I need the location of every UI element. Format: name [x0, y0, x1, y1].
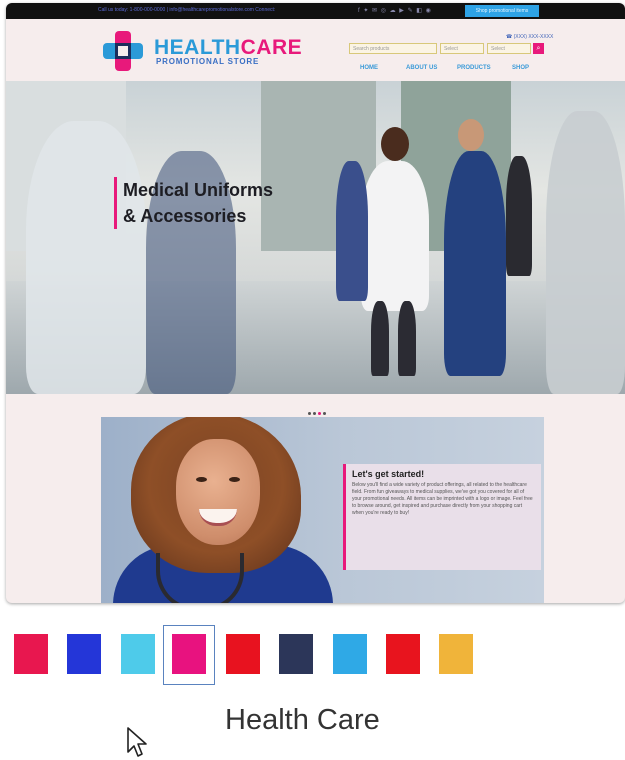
theme-name: Health Care: [225, 704, 380, 736]
doctor-figure: [398, 301, 416, 376]
nurse-figure: [458, 119, 484, 151]
color-swatch-2[interactable]: [121, 634, 155, 674]
cross-logo-icon: [103, 31, 143, 71]
promo-body-text: Below you'll find a wide variety of prod…: [352, 482, 533, 516]
nav-item-about: ABOUT US: [406, 65, 438, 71]
carousel-dot: [323, 412, 326, 415]
mouse-cursor-icon: [127, 727, 147, 757]
search-icon: ⌕: [533, 43, 544, 54]
carousel-dot-active: [318, 412, 321, 415]
background-figure: [336, 161, 368, 301]
brand-subtitle: PROMOTIONAL STORE: [156, 57, 260, 66]
nav-item-shop: SHOP: [512, 65, 530, 71]
site-header: HEALTHCARE PROMOTIONAL STORE ☎ (XXX) XXX…: [6, 19, 625, 81]
nav-item-products: PRODUCTS: [457, 65, 491, 71]
phone-number: ☎ (XXX) XXX-XXXX: [506, 34, 554, 40]
color-swatch-3[interactable]: [172, 634, 206, 674]
nurse-eye: [229, 477, 240, 482]
color-swatch-8[interactable]: [439, 634, 473, 674]
blurred-person: [546, 111, 625, 394]
search-input: Search products: [349, 43, 437, 54]
nurse-eye: [196, 477, 207, 482]
social-icons: f ✦ ✉ ◎ ☁ ▶ ✎ ◧ ◉: [358, 8, 432, 14]
topbar-contact-text: Call us today: 1-800-000-0000 | info@hea…: [98, 7, 276, 13]
hero-heading: Medical Uniforms & Accessories: [114, 177, 273, 229]
color-swatch-7[interactable]: [386, 634, 420, 674]
promo-section: Let's get started! Below you'll find a w…: [101, 417, 544, 603]
nurse-figure: [444, 151, 506, 376]
filter-select: Select: [440, 43, 484, 54]
doctor-figure: [361, 161, 429, 311]
promo-text-box: Let's get started! Below you'll find a w…: [343, 464, 541, 570]
carousel-dot: [308, 412, 311, 415]
color-swatch-0[interactable]: [14, 634, 48, 674]
color-swatch-1[interactable]: [67, 634, 101, 674]
stethoscope: [156, 553, 244, 603]
doctor-figure: [371, 301, 389, 376]
blurred-person: [26, 121, 146, 394]
carousel-dot: [313, 412, 316, 415]
doctor-figure: [381, 127, 409, 161]
background-figure: [506, 156, 532, 276]
color-swatch-5[interactable]: [279, 634, 313, 674]
nurse-face: [176, 439, 260, 545]
color-swatch-4[interactable]: [226, 634, 260, 674]
top-bar: Call us today: 1-800-000-0000 | info@hea…: [6, 3, 625, 19]
hero-banner: Medical Uniforms & Accessories: [6, 81, 625, 394]
topbar-cta-button: Shop promotional items: [465, 5, 539, 17]
filter-select-2: Select: [487, 43, 531, 54]
website-preview: Call us today: 1-800-000-0000 | info@hea…: [6, 3, 625, 603]
color-swatch-6[interactable]: [333, 634, 367, 674]
promo-heading: Let's get started!: [352, 469, 425, 479]
nav-item-home: HOME: [360, 65, 378, 71]
